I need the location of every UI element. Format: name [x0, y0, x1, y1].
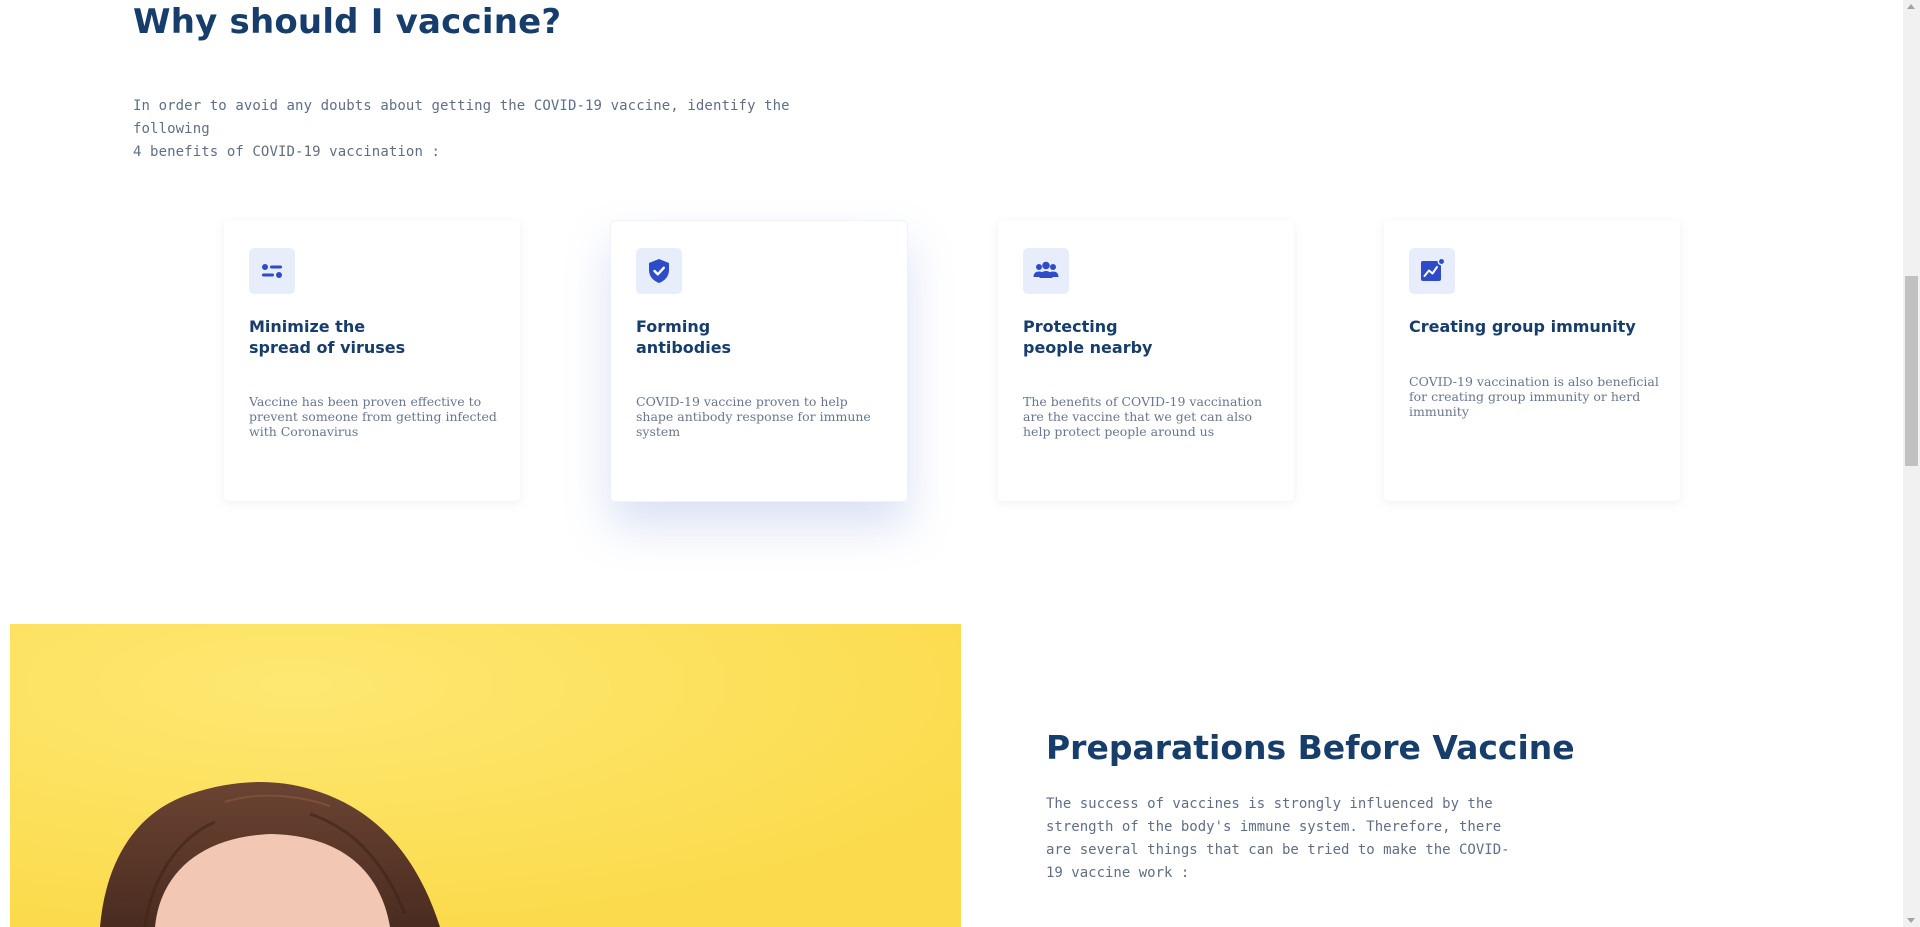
card-description: The benefits of COVID-19 vaccination are… — [1023, 394, 1263, 439]
why-section-title: Why should I vaccine? — [133, 2, 562, 42]
page: Why should I vaccine? In order to avoid … — [0, 0, 1920, 927]
card-title-line-1: Minimize the — [249, 317, 366, 336]
woman-photo — [10, 624, 961, 927]
benefit-card-minimize-spread[interactable]: Minimize the spread of viruses Vaccine h… — [224, 221, 520, 501]
card-description: COVID-19 vaccination is also beneficial … — [1409, 374, 1659, 419]
shield-check-icon — [636, 248, 682, 294]
card-title-line-2: antibodies — [636, 338, 732, 357]
card-title: Minimize the spread of viruses — [249, 316, 509, 358]
benefit-card-group-immunity[interactable]: Creating group immunity COVID-19 vaccina… — [1384, 221, 1680, 501]
card-description: COVID-19 vaccine proven to help shape an… — [636, 394, 871, 439]
preparations-title: Preparations Before Vaccine — [1046, 728, 1575, 767]
preparations-text: The success of vaccines is strongly infl… — [1046, 796, 1510, 881]
chart-growth-icon — [1409, 248, 1455, 294]
card-title-line-1: Creating group immunity — [1409, 317, 1636, 336]
scrollbar-thumb[interactable] — [1905, 276, 1918, 466]
benefit-card-forming-antibodies[interactable]: Forming antibodies COVID-19 vaccine prov… — [611, 221, 907, 501]
people-group-icon — [1023, 248, 1069, 294]
why-section-intro: In order to avoid any doubts about getti… — [133, 95, 813, 164]
card-title: Forming antibodies — [636, 316, 896, 358]
card-title-line-2: people nearby — [1023, 338, 1153, 357]
why-intro-line-2: 4 benefits of COVID-19 vaccination : — [133, 144, 441, 160]
page-scrollbar[interactable] — [1903, 0, 1920, 927]
card-title-line-2: spread of viruses — [249, 338, 406, 357]
card-description: Vaccine has been proven effective to pre… — [249, 394, 497, 439]
card-title: Creating group immunity — [1409, 316, 1669, 337]
sliders-icon — [249, 248, 295, 294]
card-title: Protecting people nearby — [1023, 316, 1283, 358]
benefit-card-protecting-people[interactable]: Protecting people nearby The benefits of… — [998, 221, 1294, 501]
why-intro-line-1: In order to avoid any doubts about getti… — [133, 98, 790, 137]
card-title-line-1: Forming — [636, 317, 711, 336]
card-title-line-1: Protecting — [1023, 317, 1118, 336]
scroll-up-arrow-icon[interactable] — [1907, 4, 1915, 9]
benefit-cards: Minimize the spread of viruses Vaccine h… — [224, 221, 1680, 503]
scroll-down-arrow-icon[interactable] — [1907, 918, 1915, 923]
woman-portrait-image — [10, 624, 961, 927]
